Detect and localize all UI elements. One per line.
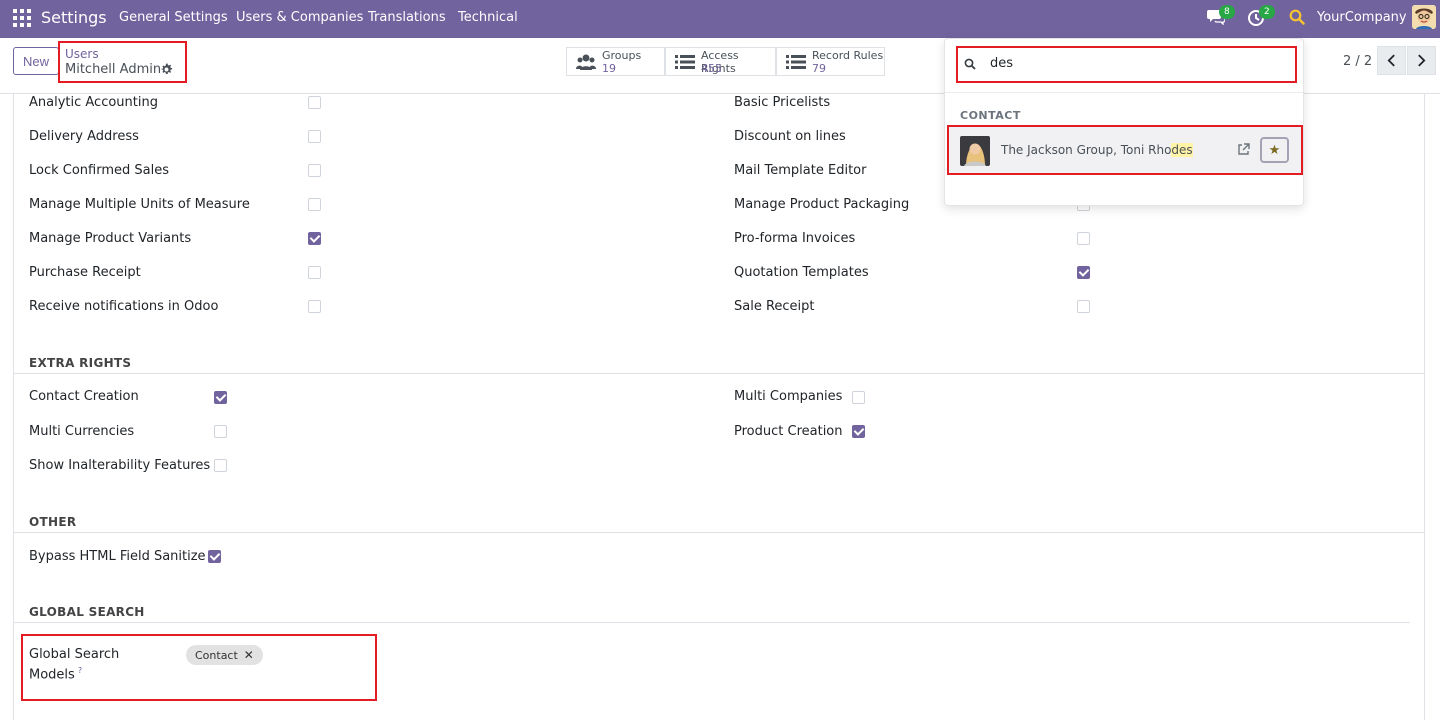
option-label: Purchase Receipt: [29, 265, 141, 280]
chat-count-badge: 8: [1219, 5, 1235, 19]
checkbox-product-creation[interactable]: [852, 425, 865, 438]
tag-label: Contact: [195, 648, 238, 662]
pager-next-button[interactable]: [1407, 46, 1436, 75]
users-icon: [576, 54, 596, 70]
search-match-highlight: des: [1171, 143, 1193, 157]
star-icon: ★: [1268, 142, 1281, 158]
checkbox-analytic-accounting[interactable]: [308, 96, 321, 109]
section-divider: [14, 532, 1424, 533]
favorite-star-button[interactable]: ★: [1260, 137, 1289, 163]
global-search-models-label-2: Models?: [29, 666, 83, 683]
checkbox-quotation-templates[interactable]: [1077, 266, 1090, 279]
checkbox-inalterability[interactable]: [214, 459, 227, 472]
option-label: Manage Product Packaging: [734, 197, 910, 212]
section-divider: [14, 373, 1424, 374]
apps-grid-icon[interactable]: [13, 9, 31, 27]
app-brand[interactable]: Settings: [41, 8, 107, 27]
stat-record-rules-value: 79: [812, 62, 826, 75]
global-search-input[interactable]: des: [990, 56, 1013, 71]
option-label: Pro-forma Invoices: [734, 231, 856, 246]
search-result-name: The Jackson Group, Toni Rhodes: [1001, 143, 1193, 157]
stat-access-rights-value: 455: [701, 62, 722, 75]
option-label: Contact Creation: [29, 389, 139, 404]
checkbox-proforma-invoices[interactable]: [1077, 232, 1090, 245]
stat-record-rules-button[interactable]: Record Rules 79: [776, 47, 885, 76]
search-icon: [964, 58, 976, 70]
model-tag-contact: Contact ✕: [186, 645, 263, 665]
gear-icon[interactable]: [160, 63, 173, 76]
option-label: Multi Currencies: [29, 424, 135, 439]
checkbox-delivery-address[interactable]: [308, 130, 321, 143]
option-label: Quotation Templates: [734, 265, 869, 280]
list-icon: [786, 55, 806, 69]
checkbox-multiple-uom[interactable]: [308, 198, 321, 211]
option-label: Product Creation: [734, 424, 843, 439]
contact-photo: [960, 136, 990, 166]
option-label: Lock Confirmed Sales: [29, 163, 169, 178]
stat-groups-value: 19: [602, 62, 616, 75]
help-tooltip-mark[interactable]: ?: [78, 666, 82, 675]
pager-previous-button[interactable]: [1377, 46, 1406, 75]
new-button[interactable]: New: [13, 47, 59, 75]
option-label: Show Inalterability Features: [29, 458, 211, 473]
option-label: Delivery Address: [29, 129, 139, 144]
activity-count-badge: 2: [1259, 5, 1275, 19]
list-icon: [675, 55, 695, 69]
option-label: Basic Pricelists: [734, 95, 831, 110]
option-label: Manage Multiple Units of Measure: [29, 197, 250, 212]
checkbox-product-variants[interactable]: [308, 232, 321, 245]
stat-groups-label: Groups: [602, 49, 642, 62]
menu-translations[interactable]: Translations: [368, 10, 446, 25]
tag-remove-icon[interactable]: ✕: [244, 648, 254, 662]
option-label: Bypass HTML Field Sanitize: [29, 549, 206, 564]
search-icon[interactable]: [1289, 9, 1305, 25]
chevron-right-icon: [1418, 54, 1426, 67]
stat-record-rules-label: Record Rules: [812, 49, 884, 62]
option-label: Discount on lines: [734, 129, 846, 144]
global-search-models-label: Global Search: [29, 647, 120, 662]
checkbox-multi-companies[interactable]: [852, 391, 865, 404]
checkbox-purchase-receipt[interactable]: [308, 266, 321, 279]
chevron-left-icon: [1387, 54, 1395, 67]
option-label: Analytic Accounting: [29, 95, 158, 110]
section-divider: [14, 622, 1410, 623]
section-title-extra-rights: EXTRA RIGHTS: [29, 356, 132, 370]
pager-value: 2 / 2: [1343, 54, 1373, 69]
dropdown-section-contact: CONTACT: [960, 109, 1021, 122]
checkbox-bypass-html-sanitize[interactable]: [208, 550, 221, 563]
checkbox-notifications-odoo[interactable]: [308, 300, 321, 313]
section-title-other: OTHER: [29, 515, 77, 529]
menu-technical[interactable]: Technical: [458, 10, 518, 25]
dropdown-divider: [945, 92, 1303, 93]
menu-users-companies[interactable]: Users & Companies: [236, 10, 363, 25]
breadcrumb-current: Mitchell Admin: [65, 62, 162, 77]
checkbox-lock-confirmed-sales[interactable]: [308, 164, 321, 177]
option-label: Manage Product Variants: [29, 231, 192, 246]
section-title-global-search: GLOBAL SEARCH: [29, 605, 145, 619]
checkbox-contact-creation[interactable]: [214, 391, 227, 404]
company-switcher[interactable]: YourCompany: [1317, 10, 1407, 25]
option-label: Mail Template Editor: [734, 163, 867, 178]
checkbox-sale-receipt[interactable]: [1077, 300, 1090, 313]
option-label: Sale Receipt: [734, 299, 815, 314]
stat-groups-button[interactable]: Groups 19: [566, 47, 665, 76]
checkbox-multi-currencies[interactable]: [214, 425, 227, 438]
top-navbar: Settings General Settings Users & Compan…: [0, 0, 1440, 38]
external-link-icon[interactable]: [1237, 143, 1250, 156]
breadcrumb-users[interactable]: Users: [65, 47, 99, 61]
stat-access-rights-button[interactable]: Access Rights 455: [665, 47, 776, 76]
menu-general-settings[interactable]: General Settings: [119, 10, 228, 25]
user-avatar[interactable]: [1412, 5, 1436, 29]
option-label: Multi Companies: [734, 389, 843, 404]
option-label: Receive notifications in Odoo: [29, 299, 219, 314]
